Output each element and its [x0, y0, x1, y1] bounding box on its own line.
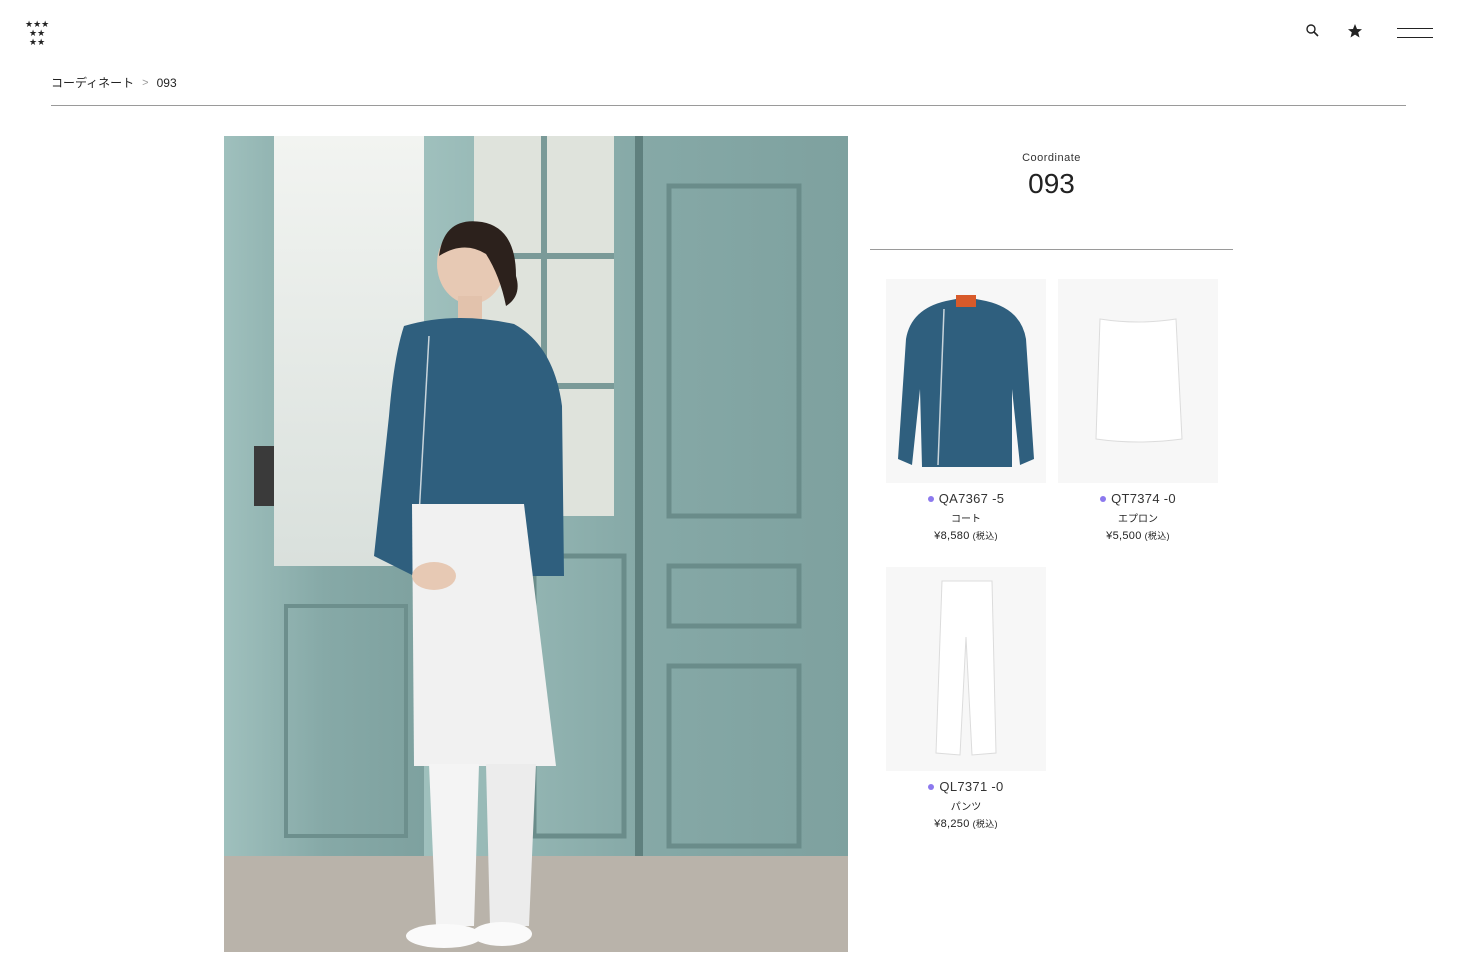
product-code-text: QT7374 -0	[1111, 491, 1176, 506]
color-dot	[928, 783, 935, 790]
panel-divider	[870, 249, 1233, 250]
tax-note: (税込)	[972, 531, 998, 541]
tax-note: (税込)	[1144, 531, 1170, 541]
product-code: QA7367 -5	[886, 491, 1046, 506]
menu-line	[1397, 28, 1433, 29]
product-card-pants[interactable]: QL7371 -0 パンツ ¥8,250 (税込)	[886, 567, 1046, 830]
product-card-coat[interactable]: QA7367 -5 コート ¥8,580 (税込)	[886, 279, 1046, 542]
search-icon[interactable]	[1304, 22, 1322, 40]
product-price-value: ¥8,250	[934, 818, 970, 830]
color-dot	[1100, 495, 1107, 502]
product-image-pants	[886, 567, 1046, 771]
breadcrumb: コーディネート > 093	[51, 74, 177, 91]
product-code: QT7374 -0	[1058, 491, 1218, 506]
breadcrumb-parent-link[interactable]: コーディネート	[51, 74, 134, 91]
brand-logo[interactable]: ★★★ ★★ ★★	[24, 18, 56, 48]
coordinate-heading: Coordinate 093	[870, 152, 1233, 200]
product-image-apron	[1058, 279, 1218, 483]
tax-note: (税込)	[972, 819, 998, 829]
coordinate-label: Coordinate	[1022, 152, 1081, 164]
coordinate-number: 093	[1028, 168, 1075, 199]
product-name: パンツ	[950, 802, 982, 813]
hamburger-menu-icon[interactable]	[1397, 24, 1433, 42]
favorites-star-icon[interactable]	[1346, 22, 1364, 40]
product-price: ¥8,580 (税込)	[886, 529, 1046, 542]
product-image-coat	[886, 279, 1046, 483]
breadcrumb-divider	[51, 105, 1406, 106]
product-code-text: QA7367 -5	[938, 491, 1005, 506]
product-name: エプロン	[1118, 514, 1158, 525]
menu-line	[1397, 37, 1433, 38]
product-price: ¥5,500 (税込)	[1058, 529, 1218, 542]
product-card-apron[interactable]: QT7374 -0 エプロン ¥5,500 (税込)	[1058, 279, 1218, 542]
breadcrumb-separator: >	[142, 76, 149, 89]
product-price-value: ¥5,500	[1106, 530, 1142, 542]
product-price-value: ¥8,580	[934, 530, 970, 542]
color-dot	[927, 495, 934, 502]
product-name: コート	[951, 514, 981, 525]
svg-text:★★: ★★	[29, 38, 45, 48]
coordinate-main-photo	[224, 136, 848, 952]
product-code: QL7371 -0	[886, 779, 1046, 794]
five-stars-logo-icon: ★★★ ★★ ★★	[25, 20, 49, 48]
product-price: ¥8,250 (税込)	[886, 817, 1046, 830]
product-code-text: QL7371 -0	[939, 779, 1004, 794]
breadcrumb-current: 093	[156, 75, 177, 90]
